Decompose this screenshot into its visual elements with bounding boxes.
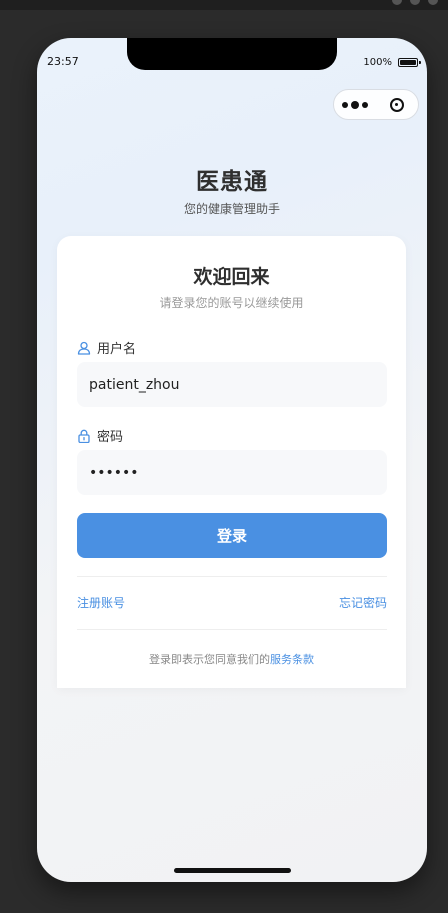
mini-program-capsule <box>333 89 419 120</box>
host-control-icon <box>428 0 438 5</box>
terms-text: 登录即表示您同意我们的 <box>149 653 270 666</box>
target-circle-icon <box>390 97 404 112</box>
host-top-bar <box>0 0 448 10</box>
terms-notice: 登录即表示您同意我们的服务条款 <box>57 651 406 667</box>
login-card: 欢迎回来 请登录您的账号以继续使用 用户名 patient_zhou 密码 ••… <box>57 236 406 688</box>
battery-icon <box>398 58 421 67</box>
terms-link[interactable]: 服务条款 <box>270 653 314 666</box>
lock-icon <box>78 429 90 443</box>
card-subtitle: 请登录您的账号以继续使用 <box>159 296 304 310</box>
register-link[interactable]: 注册账号 <box>77 594 125 611</box>
password-input[interactable]: •••••• <box>77 450 387 495</box>
password-label: 密码 <box>77 426 123 445</box>
status-right: 100% <box>363 57 421 68</box>
password-value: •••••• <box>89 464 139 481</box>
home-indicator[interactable] <box>174 868 291 873</box>
card-title: 欢迎回来 <box>193 266 270 288</box>
host-window-controls <box>392 0 438 10</box>
username-input[interactable]: patient_zhou <box>77 362 387 407</box>
more-menu-button[interactable] <box>334 100 376 109</box>
app-subtitle: 您的健康管理助手 <box>183 202 280 216</box>
more-dots-icon <box>342 101 348 108</box>
battery-percent: 100% <box>363 57 392 68</box>
host-control-icon <box>392 0 402 5</box>
more-dots-icon <box>351 100 359 109</box>
username-label-text: 用户名 <box>97 342 137 357</box>
divider <box>77 629 387 630</box>
close-program-button[interactable] <box>376 97 418 112</box>
user-icon <box>77 341 91 355</box>
app-title: 医患通 <box>196 169 268 195</box>
login-button[interactable]: 登录 <box>77 513 387 558</box>
host-control-icon <box>410 0 420 5</box>
divider <box>77 576 387 577</box>
username-value: patient_zhou <box>89 376 180 393</box>
username-label: 用户名 <box>77 338 136 357</box>
phone-frame: 23:57 100% 医患通 您的健康管理助手 欢迎回来 请登录您的账号以继续使… <box>37 38 427 882</box>
password-label-text: 密码 <box>97 430 124 445</box>
forgot-password-link[interactable]: 忘记密码 <box>339 594 387 611</box>
more-dots-icon <box>362 101 368 108</box>
phone-notch <box>127 38 337 70</box>
status-time: 23:57 <box>47 55 79 68</box>
